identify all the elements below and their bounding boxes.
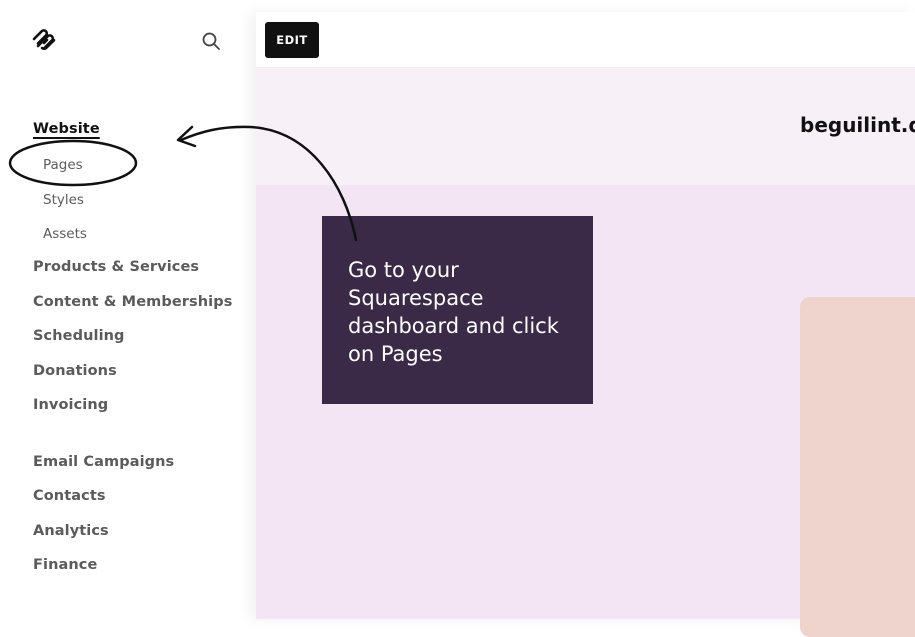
sidebar-subitem-pages[interactable]: Pages bbox=[43, 157, 83, 173]
squarespace-logo-icon[interactable] bbox=[31, 28, 57, 52]
tutorial-callout: Go to your Squarespace dashboard and cli… bbox=[322, 216, 593, 404]
preview-toolbar: EDIT bbox=[256, 12, 915, 68]
sidebar-item-email-campaigns[interactable]: Email Campaigns bbox=[33, 454, 174, 470]
sidebar-subitem-assets[interactable]: Assets bbox=[43, 226, 87, 242]
sidebar: Website Pages Styles Assets Products & S… bbox=[0, 0, 256, 619]
sidebar-subitem-styles[interactable]: Styles bbox=[43, 192, 84, 208]
sidebar-item-analytics[interactable]: Analytics bbox=[33, 523, 109, 539]
sidebar-item-website[interactable]: Website bbox=[33, 121, 100, 137]
sidebar-item-finance[interactable]: Finance bbox=[33, 557, 97, 573]
sidebar-item-donations[interactable]: Donations bbox=[33, 363, 117, 379]
site-title: beguilint.d bbox=[800, 113, 915, 137]
search-icon[interactable] bbox=[201, 31, 221, 51]
site-header: beguilint.d bbox=[256, 68, 915, 185]
sidebar-item-contacts[interactable]: Contacts bbox=[33, 488, 106, 504]
content-card bbox=[800, 297, 915, 637]
sidebar-item-scheduling[interactable]: Scheduling bbox=[33, 328, 125, 344]
sidebar-item-products-services[interactable]: Products & Services bbox=[33, 259, 199, 275]
callout-text: Go to your Squarespace dashboard and cli… bbox=[348, 258, 559, 366]
sidebar-item-invoicing[interactable]: Invoicing bbox=[33, 397, 108, 413]
sidebar-item-content-memberships[interactable]: Content & Memberships bbox=[33, 294, 232, 310]
edit-button[interactable]: EDIT bbox=[265, 22, 319, 58]
